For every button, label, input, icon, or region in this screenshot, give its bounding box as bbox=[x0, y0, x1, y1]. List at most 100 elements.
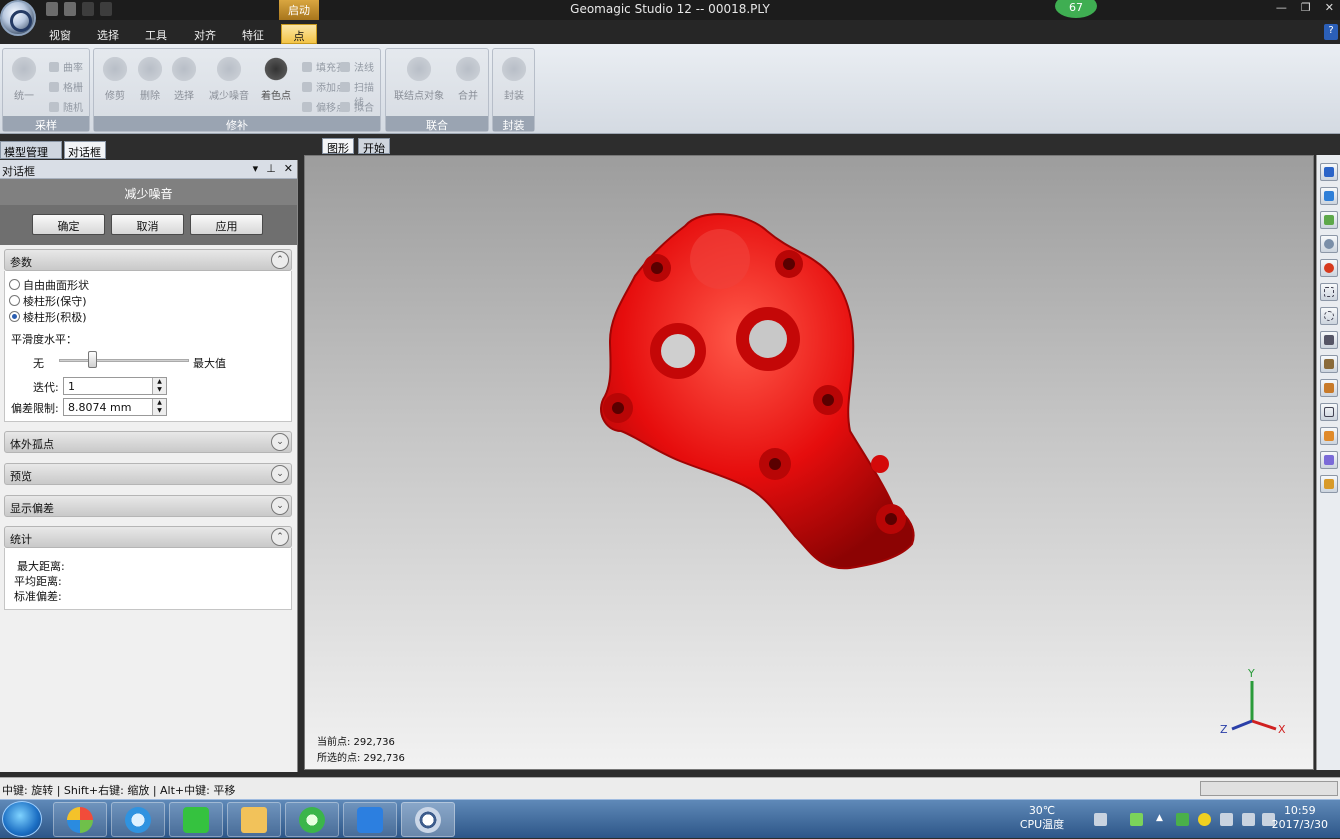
cancel-button[interactable]: 取消 bbox=[111, 214, 184, 235]
collapse-icon[interactable]: ⌃ bbox=[271, 251, 289, 269]
rect-select-button[interactable] bbox=[1320, 283, 1338, 301]
taskbar-360-browser[interactable] bbox=[285, 802, 339, 837]
line-select-icon bbox=[1324, 335, 1334, 345]
stats-section-header[interactable]: 统计 ⌃ bbox=[4, 526, 292, 548]
texture-button[interactable] bbox=[1320, 475, 1338, 493]
scanlines-button[interactable]: 扫描线 bbox=[340, 79, 380, 109]
close-button[interactable]: ✕ bbox=[1325, 1, 1334, 14]
polyline-select-button[interactable] bbox=[1320, 403, 1338, 421]
preview-section-header[interactable]: 预览 ⌄ bbox=[4, 463, 292, 485]
dialog-panel: 对话框 ▾ ⊥ ✕ 减少噪音 确定 取消 应用 参数 ⌃ 自由曲面形状 棱柱形(… bbox=[0, 160, 298, 772]
trim-button[interactable]: 修剪 bbox=[95, 55, 135, 102]
show-hidden-icons-icon[interactable]: ▲ bbox=[1156, 813, 1169, 826]
fit-view-button[interactable] bbox=[1320, 211, 1338, 229]
view-toolbar bbox=[1316, 155, 1340, 770]
tab-align[interactable]: 对齐 bbox=[185, 24, 225, 44]
cpu-temperature[interactable]: 30℃ CPU温度 bbox=[1012, 804, 1072, 832]
keyboard-icon[interactable] bbox=[1094, 813, 1107, 826]
clock[interactable]: 10:59 2017/3/30 bbox=[1272, 804, 1328, 832]
deviation-display-section-header[interactable]: 显示偏差 ⌄ bbox=[4, 495, 292, 517]
taskbar-explorer[interactable] bbox=[227, 802, 281, 837]
line-select-button[interactable] bbox=[1320, 331, 1338, 349]
shield-icon[interactable] bbox=[1176, 813, 1189, 826]
lasso-select-button[interactable] bbox=[1320, 307, 1338, 325]
clock-date: 2017/3/30 bbox=[1271, 818, 1328, 831]
taskbar-wps[interactable] bbox=[343, 802, 397, 837]
zoom-button[interactable] bbox=[1320, 235, 1338, 253]
tab-view[interactable]: 视窗 bbox=[40, 24, 80, 44]
merge-icon bbox=[454, 55, 482, 83]
taskbar-media-center[interactable] bbox=[53, 802, 107, 837]
prismatic-conservative-radio[interactable]: 棱柱形(保守) bbox=[9, 293, 87, 309]
network-icon[interactable] bbox=[1220, 813, 1233, 826]
battery-icon[interactable] bbox=[1130, 813, 1143, 826]
spin-arrows-icon[interactable]: ▲ ▼ bbox=[152, 378, 166, 394]
smoothness-slider[interactable] bbox=[59, 359, 189, 362]
expand-icon[interactable]: ⌄ bbox=[271, 465, 289, 483]
start-button[interactable] bbox=[2, 801, 42, 837]
taskbar-ie[interactable] bbox=[111, 802, 165, 837]
custom-region-button[interactable] bbox=[1320, 379, 1338, 397]
freeform-radio[interactable]: 自由曲面形状 bbox=[9, 277, 89, 293]
tab-start[interactable]: 开始 bbox=[358, 138, 390, 155]
view-window-button[interactable] bbox=[1320, 187, 1338, 205]
texture-icon bbox=[1324, 479, 1334, 489]
color-points-button[interactable]: 着色点 bbox=[256, 55, 296, 102]
folder-icon bbox=[241, 807, 267, 833]
360-guard-icon[interactable] bbox=[1198, 813, 1211, 826]
application-menu-button[interactable] bbox=[0, 0, 36, 36]
tab-model-manager[interactable]: 模型管理器 bbox=[0, 141, 62, 175]
panel-close-button[interactable]: ✕ bbox=[284, 162, 293, 175]
wrap-button[interactable]: 封装 bbox=[494, 55, 534, 102]
minimize-button[interactable]: — bbox=[1276, 1, 1287, 14]
volume-icon[interactable] bbox=[1242, 813, 1255, 826]
prismatic-aggressive-radio[interactable]: 棱柱形(积极) bbox=[9, 309, 87, 325]
apply-button[interactable]: 应用 bbox=[190, 214, 263, 235]
point-cloud-model[interactable] bbox=[600, 213, 915, 570]
panel-menu-button[interactable]: ▾ bbox=[253, 162, 259, 175]
spin-arrows-icon[interactable]: ▲ ▼ bbox=[152, 399, 166, 415]
progress-bar bbox=[1200, 781, 1338, 796]
graphics-viewport[interactable]: Y X Z 当前点: 292,736 所选的点: 292,736 bbox=[304, 155, 1314, 770]
help-button[interactable]: ? bbox=[1324, 24, 1338, 40]
paint-select-button[interactable] bbox=[1320, 355, 1338, 373]
tab-tools[interactable]: 工具 bbox=[136, 24, 176, 44]
uniform-button[interactable]: 统一 bbox=[4, 55, 44, 102]
params-section-header[interactable]: 参数 ⌃ bbox=[4, 249, 292, 271]
expand-icon[interactable]: ⌄ bbox=[271, 497, 289, 515]
outliers-section-header[interactable]: 体外孤点 ⌄ bbox=[4, 431, 292, 453]
select-button[interactable]: 选择 bbox=[164, 55, 204, 102]
pin-button[interactable]: ⊥ bbox=[266, 162, 276, 175]
tab-features[interactable]: 特征 bbox=[233, 24, 273, 44]
select-by-color-button[interactable] bbox=[1320, 427, 1338, 445]
tab-dialog[interactable]: 对话框 bbox=[64, 141, 106, 159]
paint-brush-icon bbox=[1324, 359, 1334, 369]
taskbar-geomagic[interactable] bbox=[401, 802, 455, 837]
expand-icon[interactable]: ⌄ bbox=[271, 433, 289, 451]
view-front-button[interactable] bbox=[1320, 163, 1338, 181]
grid-button[interactable]: 格栅 bbox=[49, 79, 83, 95]
restore-button[interactable]: ❐ bbox=[1301, 1, 1311, 14]
taskbar-iqiyi[interactable] bbox=[169, 802, 223, 837]
random-button[interactable]: 随机 bbox=[49, 99, 83, 115]
reduce-noise-label: 减少噪音 bbox=[209, 91, 249, 102]
shading-button[interactable] bbox=[1320, 259, 1338, 277]
std-dev-label: 标准偏差: bbox=[14, 590, 62, 603]
fit-button[interactable]: 拟合 bbox=[340, 99, 374, 115]
collapse-icon[interactable]: ⌃ bbox=[271, 528, 289, 546]
deviation-label: 偏差限制: bbox=[11, 402, 59, 415]
join-point-objects-button[interactable]: 联结点对象 bbox=[390, 55, 448, 102]
ok-button[interactable]: 确定 bbox=[32, 214, 105, 235]
tab-graphics[interactable]: 图形 bbox=[322, 138, 354, 155]
tab-select[interactable]: 选择 bbox=[88, 24, 128, 44]
merge-button[interactable]: 合并 bbox=[448, 55, 488, 102]
layer-button[interactable] bbox=[1320, 451, 1338, 469]
reduce-noise-button[interactable]: 减少噪音 bbox=[206, 55, 252, 102]
curvature-button[interactable]: 曲率 bbox=[49, 59, 83, 75]
normals-button[interactable]: 法线 bbox=[340, 59, 374, 75]
iterations-input[interactable]: 1 ▲ ▼ bbox=[63, 377, 167, 395]
merge-label: 合并 bbox=[458, 91, 478, 102]
smoothness-slider-thumb[interactable] bbox=[87, 351, 97, 368]
deviation-input[interactable]: 8.8074 mm ▲ ▼ bbox=[63, 398, 167, 416]
tab-points[interactable]: 点 bbox=[281, 24, 317, 44]
